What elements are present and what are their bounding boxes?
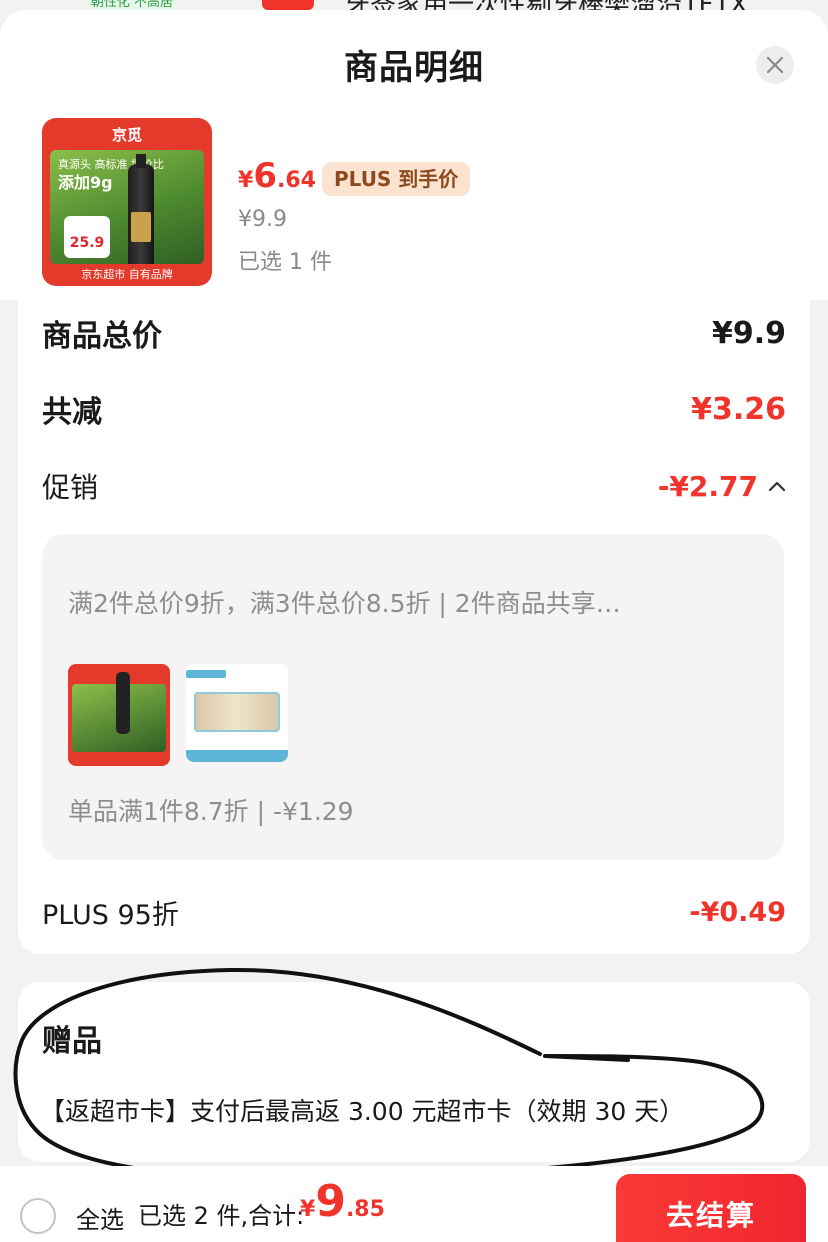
order-total: ¥9.85	[300, 1176, 385, 1227]
total-price-value: ¥9.9	[711, 315, 786, 351]
product-image-footer: 京东超市 自有品牌	[81, 268, 173, 281]
discount-total-label: 共减	[42, 395, 102, 430]
plus-discount-value: -¥0.49	[689, 896, 786, 928]
bottle-illustration	[128, 154, 154, 264]
plus-discount-label: PLUS 95折	[42, 899, 179, 931]
select-all-label[interactable]: 全选	[76, 1200, 124, 1235]
select-all-checkbox[interactable]	[20, 1198, 56, 1234]
sheet-title: 商品明细	[344, 48, 484, 88]
gift-description: 【返超市卡】支付后最高返 3.00 元超市卡（效期 30 天）	[40, 1097, 685, 1126]
close-icon	[766, 56, 784, 74]
product-footer-strip	[186, 750, 288, 762]
promotion-amount: -¥2.77	[657, 469, 758, 503]
checkout-button[interactable]: 去结算	[616, 1174, 806, 1242]
total-decimal: .85	[345, 1197, 385, 1222]
price-integer: 6	[253, 156, 277, 196]
checkout-bar: 全选 已选 2 件,合计: ¥9.85 去结算	[0, 1166, 828, 1242]
toothpick-pack-image	[194, 692, 280, 732]
discount-total-value: ¥3.26	[691, 391, 786, 427]
close-button[interactable]	[756, 46, 794, 84]
promotion-row[interactable]: 促销 -¥2.77	[42, 464, 786, 508]
brand-logo: 京觅	[111, 126, 142, 144]
background-promo-badge	[262, 0, 314, 10]
price-details-card: 商品总价 ¥9.9 共减 ¥3.26 促销 -¥2.77 满2件总价9折，满3件…	[18, 300, 810, 954]
total-price-label: 商品总价	[42, 319, 162, 354]
product-thumbnail[interactable]: 京觅 真源头 高标准 提价比 添加9g 25.9 京东超市 自有品牌	[42, 118, 212, 286]
price-currency: ¥	[238, 168, 254, 193]
bottle-illustration	[116, 672, 130, 734]
chevron-up-icon[interactable]	[768, 480, 786, 492]
product-tag	[186, 670, 226, 678]
total-price-row: 商品总价 ¥9.9	[42, 308, 786, 358]
sheet-header: 商品明细 京觅 真源头 高标准 提价比 添加9g 25.9 京东超市 自有品牌 …	[0, 10, 828, 300]
plus-price-tag: PLUS 到手价	[322, 162, 471, 196]
gift-title: 赠品	[42, 1024, 102, 1059]
single-item-discount: 单品满1件8.7折 | -¥1.29	[68, 797, 354, 826]
total-integer: 9	[315, 1176, 346, 1227]
plus-discount-row: PLUS 95折 -¥0.49	[42, 890, 786, 934]
original-price: ¥9.9	[238, 207, 287, 232]
selected-count: 已选 1 件	[238, 250, 332, 275]
total-currency: ¥	[300, 1197, 316, 1222]
product-image: 真源头 高标准 提价比 添加9g 25.9	[50, 150, 204, 264]
gift-card: 赠品 【返超市卡】支付后最高返 3.00 元超市卡（效期 30 天）	[18, 982, 810, 1162]
promotion-product-thumb[interactable]	[68, 664, 170, 766]
product-image-price-badge: 25.9	[64, 216, 110, 258]
promotion-value[interactable]: -¥2.77	[658, 470, 786, 503]
promotion-label: 促销	[42, 471, 99, 504]
promotion-detail-box: 满2件总价9折，满3件总价8.5折 | 2件商品共享… 单品满1件8.7折 | …	[42, 534, 784, 860]
product-detail-sheet: 商品明细 京觅 真源头 高标准 提价比 添加9g 25.9 京东超市 自有品牌 …	[0, 10, 828, 1242]
promotion-product-thumb[interactable]	[186, 664, 288, 762]
discount-total-row: 共减 ¥3.26	[42, 384, 786, 434]
promotion-description[interactable]: 满2件总价9折，满3件总价8.5折 | 2件商品共享…	[68, 584, 758, 620]
price-decimal: .64	[276, 168, 316, 193]
plus-price: ¥6.64	[238, 156, 316, 196]
selection-summary: 已选 2 件,合计:	[138, 1202, 305, 1230]
